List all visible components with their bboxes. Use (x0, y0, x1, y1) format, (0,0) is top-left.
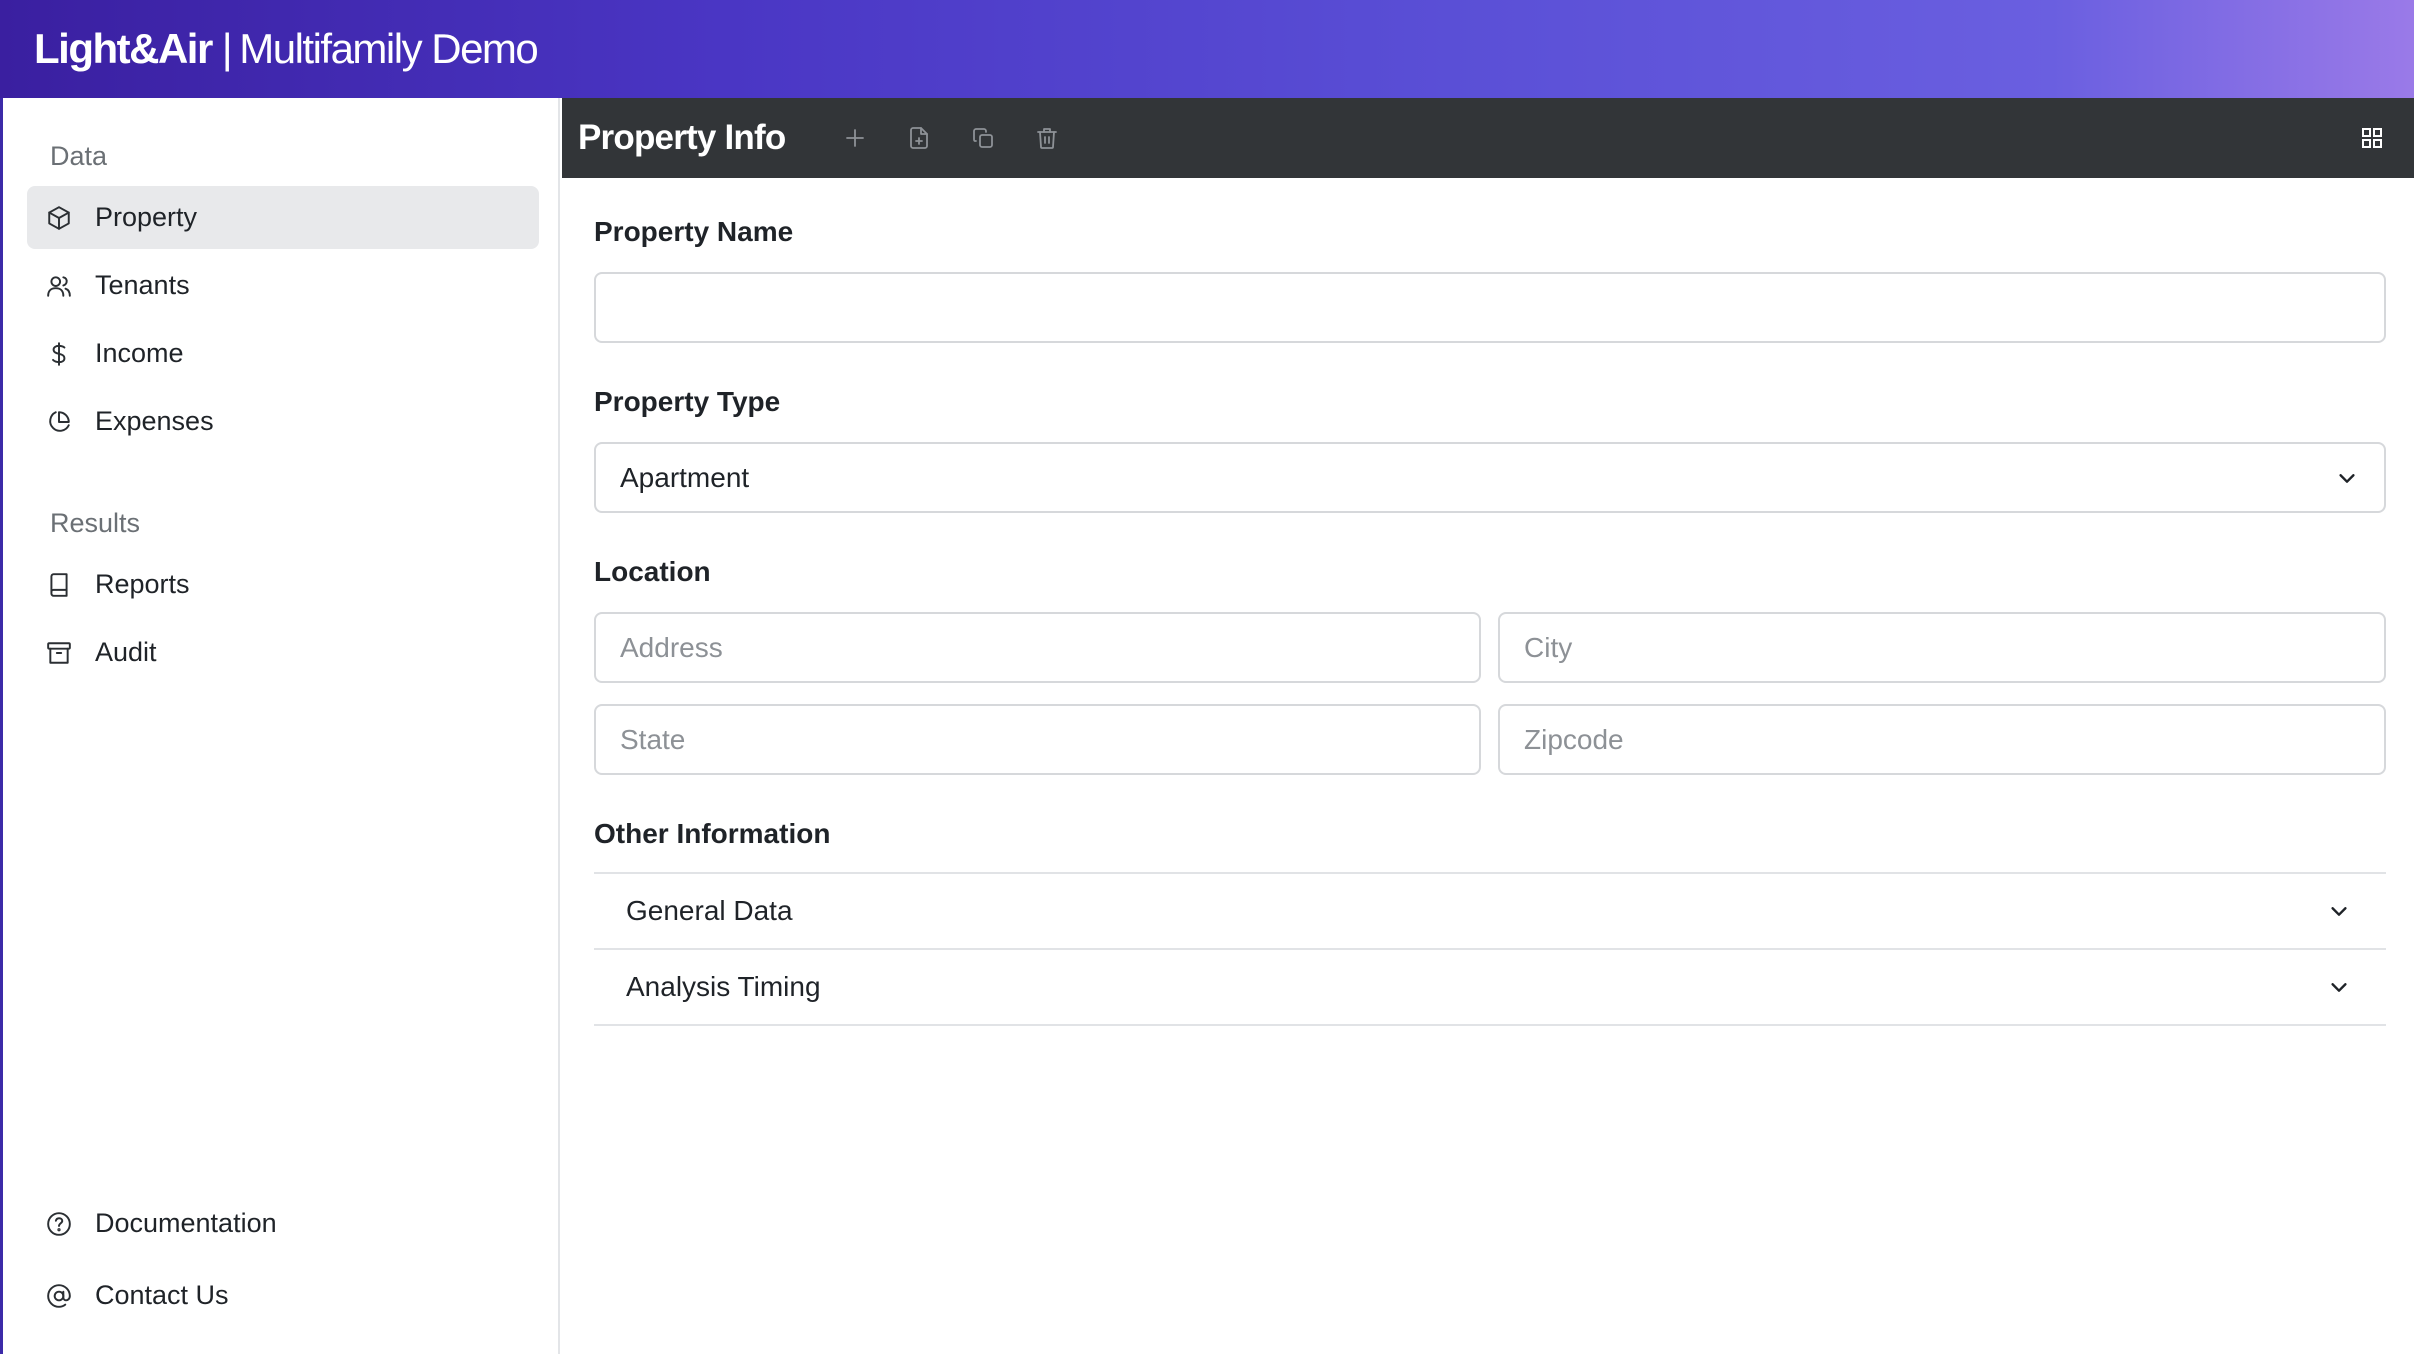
accordion-label: Analysis Timing (626, 971, 821, 1002)
add-button[interactable] (835, 118, 875, 158)
grid-icon (2362, 128, 2382, 148)
cube-icon (45, 204, 73, 232)
sidebar-item-property[interactable]: Property (27, 186, 539, 249)
sidebar: Data Property Tenants Income Expenses Re… (0, 98, 560, 1354)
sidebar-item-label: Tenants (95, 270, 190, 300)
section-label-data: Data (50, 141, 108, 171)
sidebar-item-label: Income (95, 338, 184, 368)
trash-icon (1037, 128, 1058, 149)
brand-separator: | (221, 25, 233, 72)
book-icon (45, 571, 73, 599)
chevron-down-icon (2334, 465, 2360, 491)
sidebar-item-label: Property (95, 202, 198, 232)
layout-toggle-button[interactable] (2352, 118, 2392, 158)
property-type-select[interactable]: Apartment (594, 442, 2386, 513)
property-name-label: Property Name (594, 216, 794, 247)
property-name-input[interactable] (594, 272, 2386, 343)
sidebar-item-label: Audit (95, 637, 157, 667)
main-panel: Property Info Property Name Property Typ… (562, 98, 2414, 1354)
property-type-value: Apartment (620, 461, 750, 493)
sidebar-item-documentation[interactable]: Documentation (27, 1192, 539, 1255)
sidebar-item-tenants[interactable]: Tenants (27, 254, 539, 317)
at-sign-icon (45, 1282, 73, 1310)
delete-button[interactable] (1027, 118, 1067, 158)
section-label-results: Results (50, 508, 141, 538)
new-file-button[interactable] (899, 118, 939, 158)
property-type-label: Property Type (594, 386, 781, 417)
city-input[interactable] (1498, 612, 2386, 683)
dollar-icon (45, 340, 73, 368)
brand-logo[interactable]: Light&Air | Multifamily Demo (34, 25, 539, 73)
pie-chart-icon (45, 408, 73, 436)
state-input[interactable] (594, 704, 1481, 775)
location-label: Location (594, 556, 711, 587)
sidebar-item-expenses[interactable]: Expenses (27, 390, 539, 453)
brand-subtitle: Multifamily Demo (239, 25, 539, 72)
panel-header: Property Info (562, 98, 2414, 178)
add-icon (846, 129, 865, 147)
help-circle-icon (45, 1210, 73, 1238)
accordion-divider (594, 1024, 2386, 1026)
page-title: Property Info (578, 118, 786, 157)
new-file-icon (910, 127, 929, 149)
brand-name: Light&Air (34, 25, 213, 72)
sidebar-item-income[interactable]: Income (27, 322, 539, 385)
sidebar-item-label: Documentation (95, 1208, 277, 1238)
sidebar-item-audit[interactable]: Audit (27, 621, 539, 684)
top-bar: Light&Air | Multifamily Demo (0, 0, 2414, 98)
sidebar-item-label: Contact Us (95, 1280, 229, 1310)
address-input[interactable] (594, 612, 1481, 683)
accordion-analysis-timing[interactable]: Analysis Timing (594, 948, 2386, 1024)
sidebar-item-contact-us[interactable]: Contact Us (27, 1264, 539, 1327)
sidebar-item-label: Reports (95, 569, 190, 599)
sidebar-item-label: Expenses (95, 406, 214, 436)
duplicate-button[interactable] (963, 118, 1003, 158)
archive-icon (45, 639, 73, 667)
other-information-label: Other Information (594, 818, 831, 849)
accordion-label: General Data (626, 895, 793, 926)
chevron-down-icon (2326, 974, 2352, 1000)
sidebar-item-reports[interactable]: Reports (27, 553, 539, 616)
users-icon (45, 272, 73, 300)
zipcode-input[interactable] (1498, 704, 2386, 775)
accordion-general-data[interactable]: General Data (594, 872, 2386, 948)
copy-icon (973, 128, 994, 148)
chevron-down-icon (2326, 898, 2352, 924)
